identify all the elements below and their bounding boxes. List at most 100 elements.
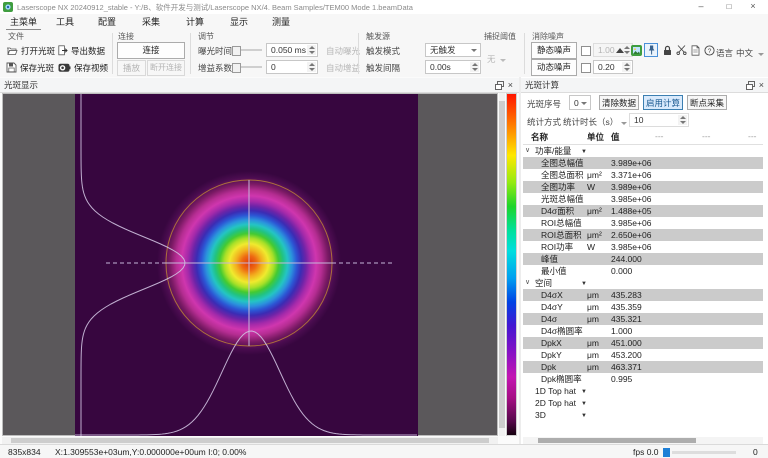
- stat-duration-field[interactable]: 10: [629, 113, 689, 127]
- exposure-slider[interactable]: [232, 44, 262, 56]
- trigger-interval-field[interactable]: 0.00s: [425, 60, 481, 74]
- close-panel-icon[interactable]: ×: [759, 80, 764, 91]
- menu-config[interactable]: 配置: [94, 16, 120, 29]
- disconnect-button[interactable]: 断开连接: [147, 60, 185, 76]
- table-group-row[interactable]: 2D Top hat▼: [523, 397, 763, 409]
- table-row[interactable]: 光斑总幅值3.985e+06: [523, 193, 763, 205]
- table-row[interactable]: ROI总幅值3.985e+06: [523, 217, 763, 229]
- stat-mode-value: 统计时长（s）: [563, 117, 618, 127]
- exposure-value: 0.050 ms: [271, 45, 306, 55]
- gain-value: 0: [271, 62, 276, 72]
- scrollbar-thumb[interactable]: [538, 438, 696, 443]
- table-row[interactable]: Dpkμm463.371: [523, 361, 763, 373]
- col-extra-1: ---: [655, 131, 664, 141]
- collapse-toolbar-icon[interactable]: [613, 43, 627, 57]
- table-row[interactable]: ROI功率W3.985e+06: [523, 241, 763, 253]
- play-button[interactable]: 播放: [117, 60, 146, 76]
- enable-calc-button[interactable]: 启用计算: [643, 95, 683, 110]
- gain-slider[interactable]: [232, 61, 262, 73]
- dynamic-noise-field[interactable]: 0.20: [593, 60, 633, 74]
- fps-label: fps 0.0: [633, 447, 659, 457]
- table-row[interactable]: D4σYμm435.359: [523, 301, 763, 313]
- document-icon[interactable]: [688, 43, 702, 57]
- image-view-icon[interactable]: [629, 43, 643, 57]
- fps-slider-handle[interactable]: [663, 448, 670, 457]
- beam-viewer[interactable]: [2, 93, 498, 436]
- gain-spinner[interactable]: [307, 62, 316, 72]
- dynamic-noise-checkbox[interactable]: [581, 63, 591, 73]
- clear-data-button[interactable]: 清除数据: [599, 95, 639, 110]
- table-group-row[interactable]: 1D Top hat▼: [523, 385, 763, 397]
- gain-value-field[interactable]: 0: [266, 60, 318, 74]
- table-row[interactable]: 全图总幅值3.989e+06: [523, 157, 763, 169]
- table-row[interactable]: ROI总面积μm²2.650e+06: [523, 229, 763, 241]
- save-video-label: 保存视频: [74, 62, 108, 74]
- table-group-row[interactable]: ∨空间▼: [523, 277, 763, 289]
- close-panel-icon[interactable]: ×: [508, 80, 513, 91]
- connect-button[interactable]: 连接: [117, 42, 185, 59]
- trigger-interval-spinner[interactable]: [470, 62, 479, 72]
- beam-image[interactable]: [75, 94, 418, 436]
- exposure-spinner[interactable]: [307, 45, 316, 55]
- menu-main[interactable]: 主菜单: [6, 16, 41, 30]
- trigger-mode-label: 触发模式: [366, 45, 400, 57]
- scrollbar-thumb[interactable]: [11, 438, 489, 443]
- language-dropdown[interactable]: 中文: [736, 47, 764, 59]
- float-panel-icon[interactable]: [495, 81, 504, 90]
- save-beam-button[interactable]: 保存光斑: [6, 60, 54, 75]
- beam-seq-value: 0: [574, 98, 579, 108]
- exposure-value-field[interactable]: 0.050 ms: [266, 43, 318, 57]
- save-video-button[interactable]: 保存视频: [58, 60, 108, 75]
- static-noise-checkbox[interactable]: [581, 46, 591, 56]
- scissors-icon[interactable]: [674, 43, 688, 57]
- window-close-icon[interactable]: ×: [742, 0, 764, 13]
- table-group-row[interactable]: ∨功率/能量▼: [523, 145, 763, 157]
- table-group-row[interactable]: 3D▼: [523, 409, 763, 421]
- group-capture-label: 捕捉阈值: [484, 31, 516, 42]
- table-row[interactable]: DpkYμm453.200: [523, 349, 763, 361]
- capture-threshold-dropdown[interactable]: 无: [487, 53, 506, 65]
- menu-measure[interactable]: 测量: [268, 16, 294, 29]
- y-profile-curve: [81, 94, 185, 436]
- float-panel-icon[interactable]: [746, 81, 755, 90]
- calc-horizontal-scrollbar[interactable]: [523, 437, 763, 444]
- window-maximize-icon[interactable]: □: [718, 0, 740, 13]
- titlebar: Laserscope NX 20240912_stable - Y:/B、软件开…: [0, 0, 768, 15]
- lock-icon[interactable]: [660, 43, 674, 57]
- table-row[interactable]: 最小值0.000: [523, 265, 763, 277]
- menu-calculate[interactable]: 计算: [182, 16, 208, 29]
- table-row[interactable]: D4σ椭圆率1.000: [523, 325, 763, 337]
- menu-display[interactable]: 显示: [226, 16, 252, 29]
- pin-icon[interactable]: [644, 43, 658, 57]
- table-row[interactable]: 峰值244.000: [523, 253, 763, 265]
- auto-exposure-label[interactable]: 自动曝光: [326, 45, 360, 57]
- static-noise-button[interactable]: 静态噪声: [531, 42, 577, 59]
- fps-slider-track[interactable]: [672, 451, 736, 454]
- table-row[interactable]: D4σμm435.321: [523, 313, 763, 325]
- dynamic-noise-button[interactable]: 动态噪声: [531, 59, 577, 76]
- table-row[interactable]: D4σXμm435.283: [523, 289, 763, 301]
- trigger-mode-dropdown[interactable]: 无触发: [425, 43, 481, 57]
- stat-mode-dropdown[interactable]: 统计时长（s）: [563, 116, 627, 128]
- beam-horizontal-scrollbar[interactable]: [2, 437, 498, 444]
- window-minimize-icon[interactable]: –: [690, 0, 712, 13]
- menu-tools[interactable]: 工具: [52, 16, 78, 29]
- beam-seq-dropdown[interactable]: 0: [569, 95, 591, 110]
- table-row[interactable]: Dpk椭圆率0.995: [523, 373, 763, 385]
- table-row[interactable]: D4σ面积μm²1.488e+05: [523, 205, 763, 217]
- menu-acquire[interactable]: 采集: [138, 16, 164, 29]
- table-row[interactable]: 全图功率W3.989e+06: [523, 181, 763, 193]
- dynamic-noise-spinner[interactable]: [622, 62, 631, 72]
- table-row[interactable]: DpkXμm451.000: [523, 337, 763, 349]
- scrollbar-thumb[interactable]: [499, 101, 505, 428]
- table-row[interactable]: 全图总面积μm²3.371e+06: [523, 169, 763, 181]
- exposure-slider-handle[interactable]: [232, 46, 241, 56]
- export-data-button[interactable]: 导出数据: [58, 43, 105, 58]
- stat-duration-spinner[interactable]: [678, 115, 687, 125]
- gain-slider-handle[interactable]: [232, 63, 241, 73]
- auto-gain-label[interactable]: 自动增益: [326, 62, 360, 74]
- breakpoint-acquire-button[interactable]: 断点采集: [687, 95, 727, 110]
- open-beam-button[interactable]: 打开光斑: [6, 43, 55, 58]
- beam-vertical-scrollbar[interactable]: [499, 93, 505, 436]
- help-icon[interactable]: ?: [702, 43, 716, 57]
